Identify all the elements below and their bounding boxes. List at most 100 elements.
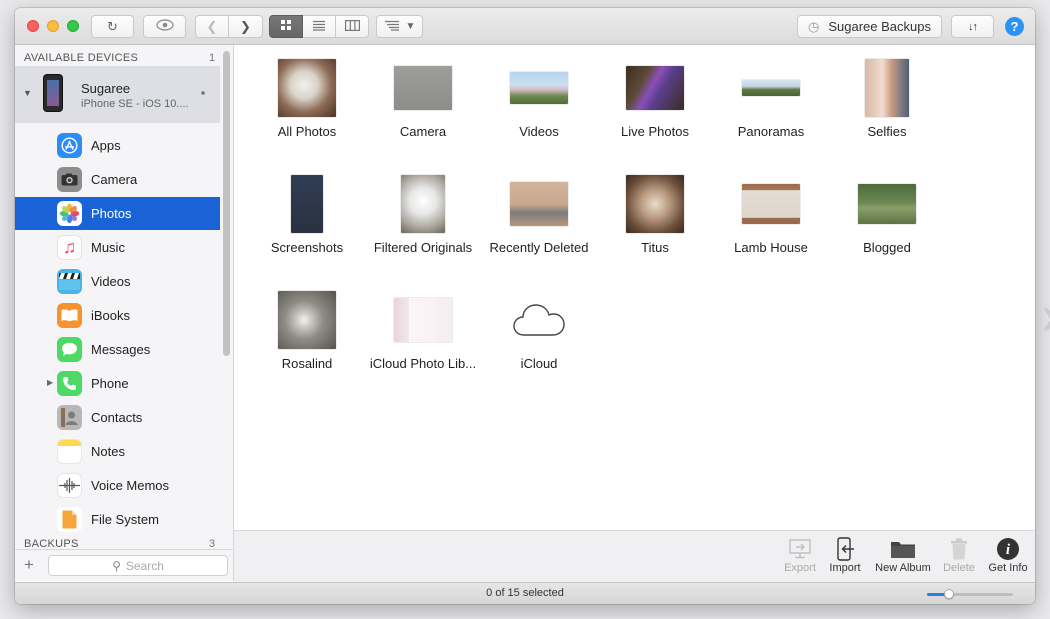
help-button[interactable]: ?	[1005, 17, 1024, 36]
zoom-window-button[interactable]	[67, 20, 79, 32]
new-album-button[interactable]: New Album	[872, 536, 934, 574]
back-button[interactable]: ❮	[195, 15, 229, 38]
album-thumbnail	[291, 175, 323, 233]
apps-icon	[57, 133, 82, 158]
zoom-slider-knob[interactable]	[943, 589, 954, 599]
chevron-down-icon: ▼	[405, 21, 416, 32]
notes-icon	[57, 439, 82, 464]
column-view-button[interactable]	[336, 15, 369, 38]
sidebar-item-photos[interactable]: Photos	[15, 197, 220, 230]
transfer-button[interactable]: ↓↑	[951, 15, 994, 38]
sidebar-item-videos[interactable]: Videos	[15, 265, 220, 298]
backups-button-label: Sugaree Backups	[828, 19, 931, 34]
delete-label: Delete	[943, 562, 975, 574]
album-recently-deleted[interactable]: Recently Deleted	[481, 175, 597, 255]
album-live-photos[interactable]: Live Photos	[597, 59, 713, 139]
devices-section-header: AVAILABLE DEVICES	[24, 52, 139, 64]
album-thumbnail	[858, 184, 916, 224]
album-thumbnail	[626, 175, 684, 233]
phone-icon	[57, 371, 82, 396]
list-view-button[interactable]	[303, 15, 336, 38]
sidebar-item-label: Camera	[91, 172, 138, 187]
album-videos[interactable]: Videos	[481, 59, 597, 139]
messages-icon	[57, 337, 82, 362]
zoom-slider[interactable]	[927, 589, 1013, 599]
usb-icon: ⬝	[201, 84, 206, 101]
album-label: Screenshots	[270, 240, 344, 255]
new-album-label: New Album	[875, 562, 931, 574]
get-info-button[interactable]: i Get Info	[985, 536, 1031, 574]
album-lamb-house[interactable]: Lamb House	[713, 175, 829, 255]
sidebar-item-apps[interactable]: Apps	[15, 129, 220, 162]
import-icon	[825, 536, 865, 562]
grid-view-icon	[280, 19, 292, 34]
album-thumbnail	[278, 291, 336, 349]
album-thumbnail	[278, 59, 336, 117]
grid-view-button[interactable]	[269, 15, 303, 38]
album-thumbnail	[626, 66, 684, 110]
album-label: Recently Deleted	[489, 240, 589, 255]
album-panoramas[interactable]: Panoramas	[713, 59, 829, 139]
album-label: All Photos	[277, 124, 337, 139]
album-camera[interactable]: Camera	[365, 59, 481, 139]
sidebar-search-input[interactable]: ⚲ Search	[48, 555, 228, 576]
chevron-right-icon: ❯	[240, 18, 251, 34]
backups-button[interactable]: ◷ Sugaree Backups	[797, 15, 942, 38]
import-button[interactable]: Import	[825, 536, 865, 574]
sidebar-scrollbar[interactable]	[223, 51, 230, 356]
album-filtered-originals[interactable]: Filtered Originals	[365, 175, 481, 255]
sidebar-item-notes[interactable]: Notes	[15, 435, 220, 468]
help-label: ?	[1010, 19, 1019, 34]
album-all-photos[interactable]: All Photos	[249, 59, 365, 139]
album-icloud-photo-library[interactable]: iCloud Photo Lib...	[365, 291, 481, 371]
transfer-arrows-icon: ↓↑	[968, 20, 978, 33]
album-thumbnail	[742, 80, 800, 96]
sidebar-item-messages[interactable]: Messages	[15, 333, 220, 366]
minimize-window-button[interactable]	[47, 20, 59, 32]
folder-icon	[872, 536, 934, 562]
sidebar-item-phone[interactable]: ▶ Phone	[15, 367, 220, 400]
sidebar-item-label: iBooks	[91, 308, 131, 323]
refresh-button[interactable]: ↻	[91, 15, 134, 38]
forward-button[interactable]: ❯	[229, 15, 263, 38]
sidebar-item-camera[interactable]: Camera	[15, 163, 220, 196]
sidebar-item-ibooks[interactable]: iBooks	[15, 299, 220, 332]
export-button[interactable]: Export	[780, 536, 820, 574]
album-label: Lamb House	[734, 240, 808, 255]
album-thumbnail	[401, 175, 445, 233]
disclosure-triangle-icon[interactable]: ▶	[47, 378, 53, 387]
sort-menu-button[interactable]: ▼	[376, 15, 423, 38]
album-rosalind[interactable]: Rosalind	[249, 291, 365, 371]
sidebar-item-file-system[interactable]: File System	[15, 503, 220, 536]
sidebar-item-contacts[interactable]: Contacts	[15, 401, 220, 434]
album-screenshots[interactable]: Screenshots	[249, 175, 365, 255]
sidebar-item-voice-memos[interactable]: Voice Memos	[15, 469, 220, 502]
iphone-icon	[43, 74, 63, 112]
album-blogged[interactable]: Blogged	[829, 175, 945, 255]
album-label: Live Photos	[621, 124, 689, 139]
delete-button[interactable]: Delete	[939, 536, 979, 574]
album-label: Camera	[399, 124, 447, 139]
album-icloud[interactable]: iCloud	[481, 291, 597, 371]
sidebar-item-label: Notes	[91, 444, 125, 459]
close-window-button[interactable]	[27, 20, 39, 32]
chevron-left-icon: ❮	[206, 18, 218, 34]
sidebar-item-label: Apps	[91, 138, 121, 153]
sidebar-item-label: Phone	[91, 376, 129, 391]
preview-button[interactable]	[143, 15, 186, 38]
sidebar-item-music[interactable]: ♫ Music	[15, 231, 220, 264]
selection-status: 0 of 15 selected	[486, 587, 564, 599]
clock-history-icon: ◷	[808, 18, 820, 34]
album-thumbnail	[394, 66, 452, 110]
album-selfies[interactable]: Selfies	[829, 59, 945, 139]
disclosure-triangle-icon[interactable]: ▼	[23, 88, 32, 98]
add-icon[interactable]: +	[24, 555, 34, 575]
album-label: Filtered Originals	[373, 240, 473, 255]
device-row-sugaree[interactable]: ▼ Sugaree iPhone SE - iOS 10.... ⬝	[15, 66, 220, 123]
info-icon: i	[985, 536, 1031, 562]
album-titus[interactable]: Titus	[597, 175, 713, 255]
sidebar-item-label: Videos	[91, 274, 131, 289]
sidebar-item-label: File System	[91, 512, 159, 527]
file-system-icon	[57, 507, 82, 532]
sidebar-item-label: Contacts	[91, 410, 143, 425]
